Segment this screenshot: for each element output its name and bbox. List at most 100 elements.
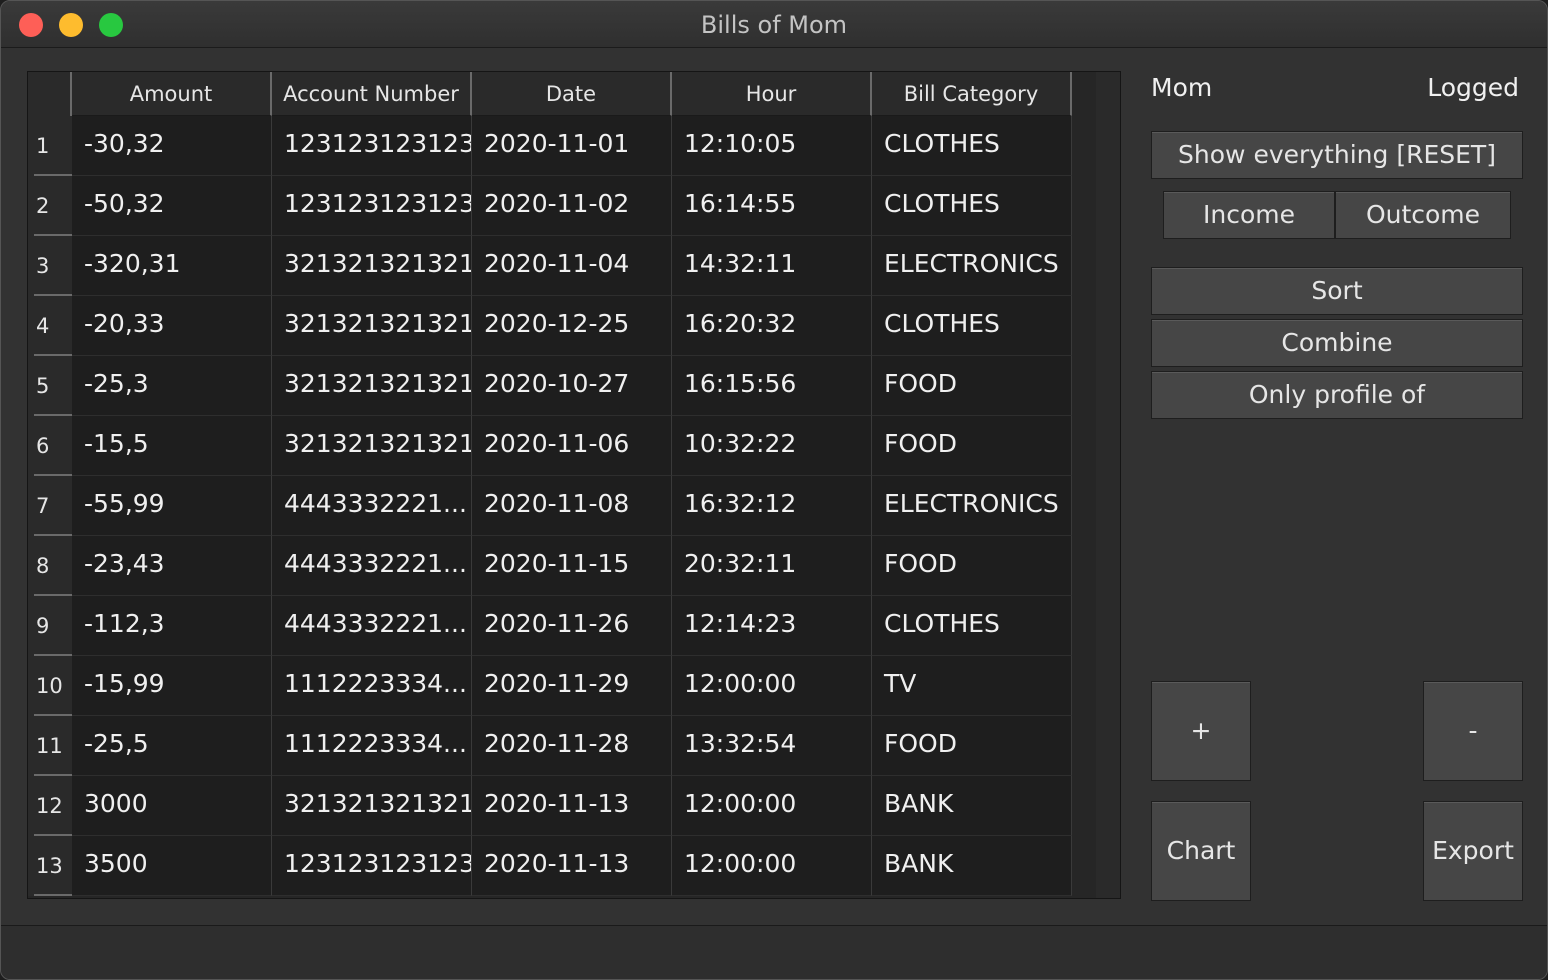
table-row[interactable]: 7 -55,99 4443332221... 2020-11-08 16:32:12 EL…	[28, 476, 1072, 536]
outcome-button[interactable]: Outcome	[1335, 191, 1511, 239]
hour-cell[interactable]: 16:15:56	[672, 356, 872, 416]
bill-category-cell[interactable]: TV	[872, 656, 1072, 716]
row-number[interactable]: 1	[28, 116, 72, 176]
amount-cell[interactable]: -15,5	[72, 416, 272, 476]
table-row[interactable]: 11 -25,5 1112223334... 2020-11-28 13:32:54 FO…	[28, 716, 1072, 776]
hour-cell[interactable]: 12:00:00	[672, 656, 872, 716]
hour-cell[interactable]: 13:32:54	[672, 716, 872, 776]
date-cell[interactable]: 2020-11-02	[472, 176, 672, 236]
add-bill-button[interactable]: +	[1151, 681, 1251, 781]
date-cell[interactable]: 2020-11-06	[472, 416, 672, 476]
bill-category-cell[interactable]: FOOD	[872, 356, 1072, 416]
table-row[interactable]: 13 3500 123123123123 2020-11-13 12:00:00 BANK	[28, 836, 1072, 896]
hour-cell[interactable]: 12:14:23	[672, 596, 872, 656]
column-header-hour[interactable]: Hour	[672, 72, 872, 116]
amount-cell[interactable]: -25,3	[72, 356, 272, 416]
date-cell[interactable]: 2020-11-04	[472, 236, 672, 296]
column-header-date[interactable]: Date	[472, 72, 672, 116]
account-number-cell[interactable]: 123123123123	[272, 116, 472, 176]
amount-cell[interactable]: -25,5	[72, 716, 272, 776]
date-cell[interactable]: 2020-12-25	[472, 296, 672, 356]
row-number[interactable]: 3	[28, 236, 72, 296]
bill-category-cell[interactable]: FOOD	[872, 416, 1072, 476]
row-number[interactable]: 12	[28, 776, 72, 836]
bill-category-cell[interactable]: CLOTHES	[872, 596, 1072, 656]
hour-cell[interactable]: 12:00:00	[672, 836, 872, 896]
sort-button[interactable]: Sort	[1151, 267, 1523, 315]
chart-button[interactable]: Chart	[1151, 801, 1251, 901]
column-header-bill-category[interactable]: Bill Category	[872, 72, 1072, 116]
row-number[interactable]: 10	[28, 656, 72, 716]
hour-cell[interactable]: 20:32:11	[672, 536, 872, 596]
amount-cell[interactable]: 3000	[72, 776, 272, 836]
income-button[interactable]: Income	[1163, 191, 1335, 239]
amount-cell[interactable]: -320,31	[72, 236, 272, 296]
date-cell[interactable]: 2020-11-01	[472, 116, 672, 176]
bill-category-cell[interactable]: ELECTRONICS	[872, 236, 1072, 296]
table-row[interactable]: 8 -23,43 4443332221... 2020-11-15 20:32:11 FO…	[28, 536, 1072, 596]
amount-cell[interactable]: -15,99	[72, 656, 272, 716]
bill-category-cell[interactable]: BANK	[872, 836, 1072, 896]
amount-cell[interactable]: -30,32	[72, 116, 272, 176]
bill-category-cell[interactable]: BANK	[872, 776, 1072, 836]
row-number[interactable]: 13	[28, 836, 72, 896]
amount-cell[interactable]: -20,33	[72, 296, 272, 356]
hour-cell[interactable]: 12:10:05	[672, 116, 872, 176]
date-cell[interactable]: 2020-11-08	[472, 476, 672, 536]
table-row[interactable]: 12 3000 321321321321 2020-11-13 12:00:00 BANK	[28, 776, 1072, 836]
hour-cell[interactable]: 10:32:22	[672, 416, 872, 476]
row-number[interactable]: 2	[28, 176, 72, 236]
bill-category-cell[interactable]: ELECTRONICS	[872, 476, 1072, 536]
remove-bill-button[interactable]: -	[1423, 681, 1523, 781]
table-row[interactable]: 6 -15,5 321321321321 2020-11-06 10:32:22 FOOD	[28, 416, 1072, 476]
amount-cell[interactable]: -50,32	[72, 176, 272, 236]
hour-cell[interactable]: 16:32:12	[672, 476, 872, 536]
account-number-cell[interactable]: 321321321321	[272, 416, 472, 476]
row-number[interactable]: 8	[28, 536, 72, 596]
account-number-cell[interactable]: 321321321321	[272, 356, 472, 416]
row-number[interactable]: 6	[28, 416, 72, 476]
hour-cell[interactable]: 16:20:32	[672, 296, 872, 356]
bill-category-cell[interactable]: CLOTHES	[872, 176, 1072, 236]
account-number-cell[interactable]: 123123123123	[272, 836, 472, 896]
export-button[interactable]: Export	[1423, 801, 1523, 901]
row-number[interactable]: 7	[28, 476, 72, 536]
account-number-cell[interactable]: 321321321321	[272, 296, 472, 356]
show-everything-reset-button[interactable]: Show everything [RESET]	[1151, 131, 1523, 179]
row-number[interactable]: 4	[28, 296, 72, 356]
account-number-cell[interactable]: 4443332221...	[272, 596, 472, 656]
table-row[interactable]: 4 -20,33 321321321321 2020-12-25 16:20:32 CLO…	[28, 296, 1072, 356]
account-number-cell[interactable]: 1112223334...	[272, 656, 472, 716]
bill-category-cell[interactable]: CLOTHES	[872, 296, 1072, 356]
column-header-account-number[interactable]: Account Number	[272, 72, 472, 116]
bill-category-cell[interactable]: FOOD	[872, 716, 1072, 776]
date-cell[interactable]: 2020-11-15	[472, 536, 672, 596]
table-row[interactable]: 1 -30,32 123123123123 2020-11-01 12:10:05 CLO…	[28, 116, 1072, 176]
vertical-scrollbar-track[interactable]	[1096, 72, 1120, 898]
table-row[interactable]: 9 -112,3 4443332221... 2020-11-26 12:14:23 CL…	[28, 596, 1072, 656]
date-cell[interactable]: 2020-11-26	[472, 596, 672, 656]
date-cell[interactable]: 2020-11-13	[472, 836, 672, 896]
amount-cell[interactable]: -112,3	[72, 596, 272, 656]
account-number-cell[interactable]: 4443332221...	[272, 476, 472, 536]
table-row[interactable]: 3 -320,31 321321321321 2020-11-04 14:32:11 EL…	[28, 236, 1072, 296]
account-number-cell[interactable]: 321321321321	[272, 236, 472, 296]
account-number-cell[interactable]: 123123123123	[272, 176, 472, 236]
hour-cell[interactable]: 12:00:00	[672, 776, 872, 836]
bill-category-cell[interactable]: FOOD	[872, 536, 1072, 596]
account-number-cell[interactable]: 1112223334...	[272, 716, 472, 776]
table-row[interactable]: 2 -50,32 123123123123 2020-11-02 16:14:55 CLO…	[28, 176, 1072, 236]
bill-category-cell[interactable]: CLOTHES	[872, 116, 1072, 176]
hour-cell[interactable]: 14:32:11	[672, 236, 872, 296]
date-cell[interactable]: 2020-11-13	[472, 776, 672, 836]
date-cell[interactable]: 2020-11-28	[472, 716, 672, 776]
account-number-cell[interactable]: 321321321321	[272, 776, 472, 836]
table-row[interactable]: 10 -15,99 1112223334... 2020-11-29 12:00:00 T…	[28, 656, 1072, 716]
row-number[interactable]: 11	[28, 716, 72, 776]
account-number-cell[interactable]: 4443332221...	[272, 536, 472, 596]
date-cell[interactable]: 2020-10-27	[472, 356, 672, 416]
hour-cell[interactable]: 16:14:55	[672, 176, 872, 236]
combine-button[interactable]: Combine	[1151, 319, 1523, 367]
row-number[interactable]: 5	[28, 356, 72, 416]
amount-cell[interactable]: -23,43	[72, 536, 272, 596]
